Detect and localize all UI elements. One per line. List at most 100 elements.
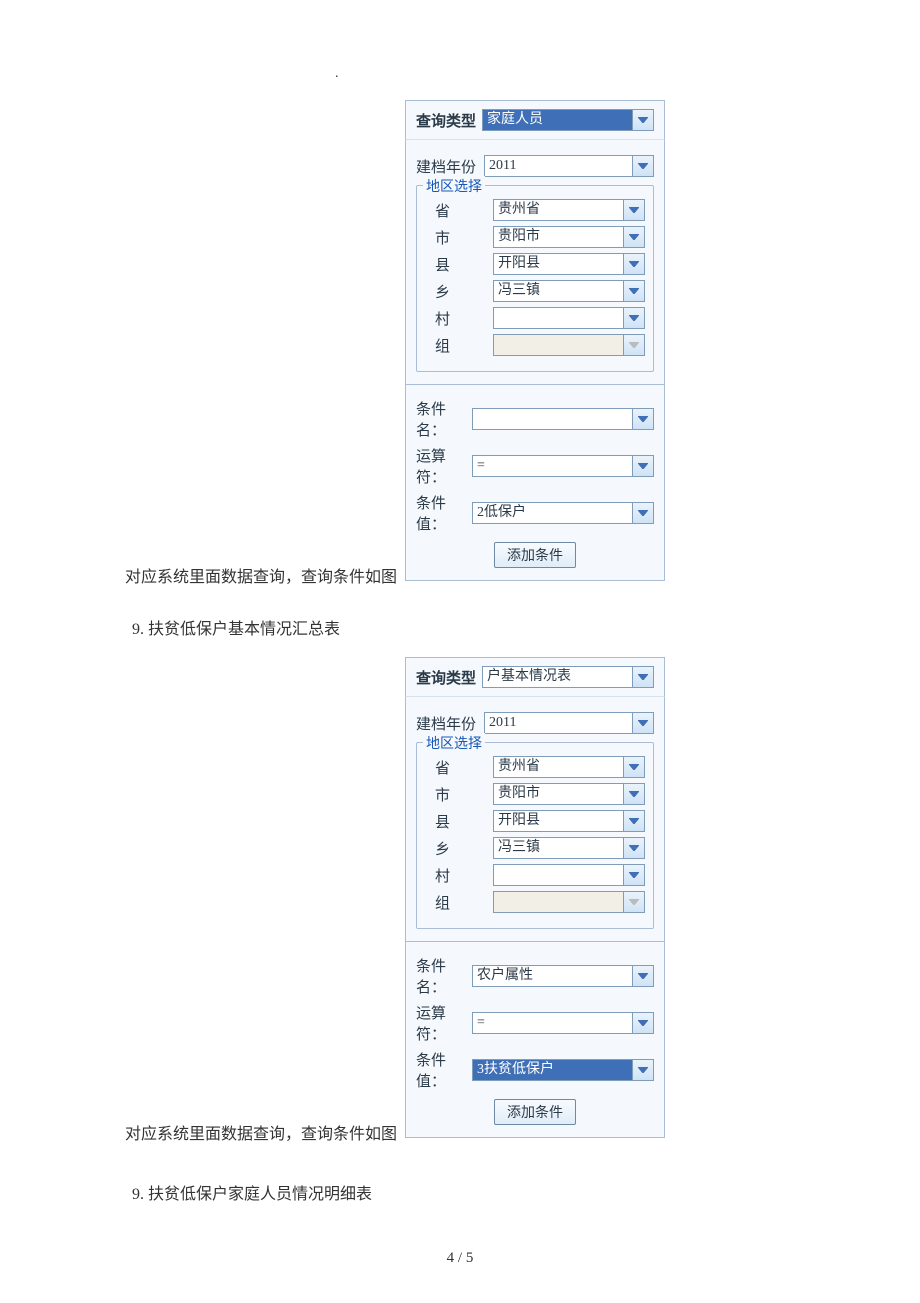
group-label: 组 [425,335,493,356]
region-fieldset: 地区选择 省 贵州省 市 贵阳市 县 开阳县 乡 冯三镇 村 组 [416,742,654,929]
year-value: 2011 [484,155,632,177]
cond-op-select[interactable]: = [472,1012,654,1034]
chevron-down-icon [632,408,654,430]
query-form-1: 查询类型 家庭人员 建档年份 2011 地区选择 省 贵州省 市 贵阳市 县 [405,100,665,581]
query-type-select[interactable]: 户基本情况表 [482,666,654,688]
cond-val-label: 条件值： [416,492,472,534]
county-value: 开阳县 [493,810,623,832]
query-type-bar: 查询类型 户基本情况表 [405,657,665,697]
cond-val-value: 2低保户 [472,502,632,524]
village-select[interactable] [493,864,645,886]
cond-name-label: 条件名： [416,955,472,997]
cond-op-value: = [472,1012,632,1034]
region-legend: 地区选择 [423,733,485,753]
query-main-panel: 建档年份 2011 地区选择 省 贵州省 市 贵阳市 县 开阳县 乡 冯三镇 村 [405,697,665,942]
cond-val-select[interactable]: 3扶贫低保户 [472,1059,654,1081]
village-label: 村 [425,865,493,886]
city-select[interactable]: 贵阳市 [493,226,645,248]
cond-op-select[interactable]: = [472,455,654,477]
chevron-down-icon [623,783,645,805]
cond-name-select[interactable]: 农户属性 [472,965,654,987]
city-value: 贵阳市 [493,783,623,805]
chevron-down-icon [632,666,654,688]
condition-panel: 条件名： 农户属性 运算符： = 条件值： 3扶贫低保户 添加条件 [405,942,665,1138]
query-type-value: 家庭人员 [482,109,632,131]
city-label: 市 [425,227,493,248]
chevron-down-icon [623,226,645,248]
town-label: 乡 [425,281,493,302]
county-label: 县 [425,811,493,832]
cond-name-value [472,408,632,430]
chevron-down-icon [623,199,645,221]
cond-op-label: 运算符： [416,445,472,487]
village-value [493,307,623,329]
region-legend: 地区选择 [423,176,485,196]
province-value: 贵州省 [493,199,623,221]
cond-op-label: 运算符： [416,1002,472,1044]
query-type-bar: 查询类型 家庭人员 [405,100,665,140]
town-label: 乡 [425,838,493,859]
chevron-down-icon [623,307,645,329]
city-label: 市 [425,784,493,805]
year-value: 2011 [484,712,632,734]
province-label: 省 [425,200,493,221]
group-select[interactable] [493,334,645,356]
chevron-down-icon [623,756,645,778]
province-select[interactable]: 贵州省 [493,756,645,778]
province-select[interactable]: 贵州省 [493,199,645,221]
cond-val-label: 条件值： [416,1049,472,1091]
cond-val-select[interactable]: 2低保户 [472,502,654,524]
chevron-down-icon [632,1012,654,1034]
village-label: 村 [425,308,493,329]
section-title-9a: 9. 扶贫低保户基本情况汇总表 [132,615,800,639]
chevron-down-icon [623,253,645,275]
cond-name-select[interactable] [472,408,654,430]
chevron-down-icon [623,280,645,302]
add-condition-button[interactable]: 添加条件 [494,542,576,568]
chevron-down-icon [632,1059,654,1081]
chevron-down-icon [632,502,654,524]
county-select[interactable]: 开阳县 [493,253,645,275]
cond-name-value: 农户属性 [472,965,632,987]
chevron-down-icon [623,334,645,356]
city-value: 贵阳市 [493,226,623,248]
section-title-9b: 9. 扶贫低保户家庭人员情况明细表 [132,1180,800,1204]
year-select[interactable]: 2011 [484,155,654,177]
town-select[interactable]: 冯三镇 [493,837,645,859]
province-label: 省 [425,757,493,778]
group-value [493,334,623,356]
query-type-label: 查询类型 [416,667,476,688]
village-select[interactable] [493,307,645,329]
group-label: 组 [425,892,493,913]
add-condition-button[interactable]: 添加条件 [494,1099,576,1125]
chevron-down-icon [632,155,654,177]
county-select[interactable]: 开阳县 [493,810,645,832]
query-main-panel: 建档年份 2011 地区选择 省 贵州省 市 贵阳市 县 开阳县 乡 冯三镇 村 [405,140,665,385]
cond-op-value: = [472,455,632,477]
group-value [493,891,623,913]
page-number: 4 / 5 [0,1250,920,1267]
county-value: 开阳县 [493,253,623,275]
group-select[interactable] [493,891,645,913]
town-value: 冯三镇 [493,837,623,859]
chevron-down-icon [632,965,654,987]
town-select[interactable]: 冯三镇 [493,280,645,302]
query-type-value: 户基本情况表 [482,666,632,688]
county-label: 县 [425,254,493,275]
province-value: 贵州省 [493,756,623,778]
chevron-down-icon [623,864,645,886]
chevron-down-icon [632,712,654,734]
city-select[interactable]: 贵阳市 [493,783,645,805]
query-form-2: 查询类型 户基本情况表 建档年份 2011 地区选择 省 贵州省 市 贵阳市 [405,657,665,1138]
chevron-down-icon [623,837,645,859]
year-select[interactable]: 2011 [484,712,654,734]
chevron-down-icon [632,109,654,131]
town-value: 冯三镇 [493,280,623,302]
village-value [493,864,623,886]
query-type-select[interactable]: 家庭人员 [482,109,654,131]
condition-panel: 条件名： 运算符： = 条件值： 2低保户 添加条件 [405,385,665,581]
chevron-down-icon [632,455,654,477]
chevron-down-icon [623,810,645,832]
region-fieldset: 地区选择 省 贵州省 市 贵阳市 县 开阳县 乡 冯三镇 村 组 [416,185,654,372]
query-type-label: 查询类型 [416,110,476,131]
